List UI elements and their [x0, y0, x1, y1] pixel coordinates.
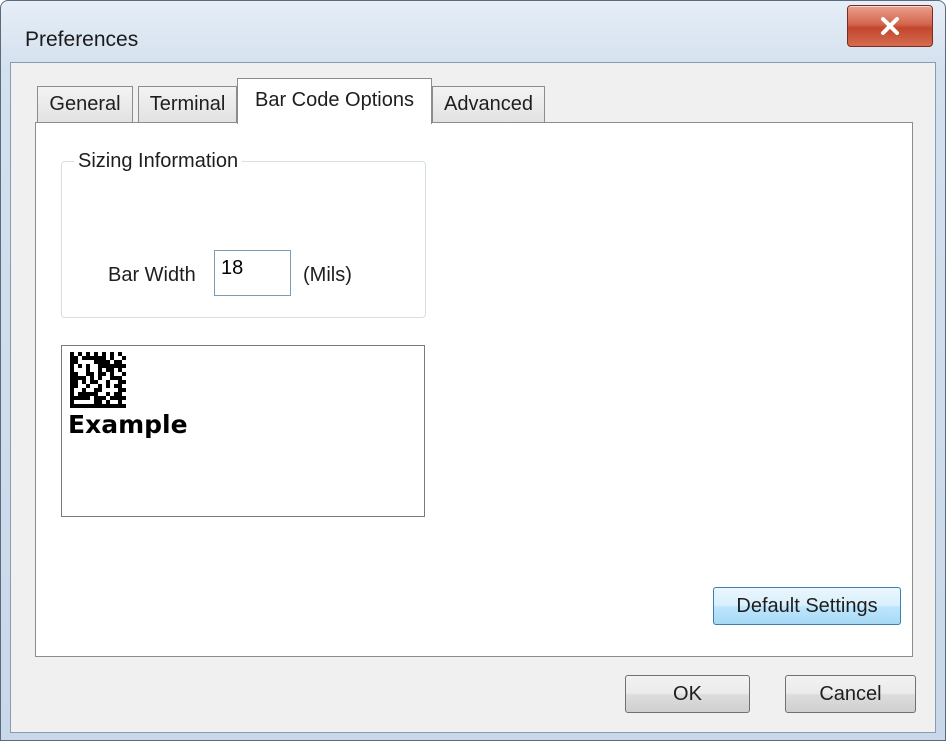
ok-label: OK [673, 682, 702, 705]
tab-label: General [49, 93, 121, 115]
sizing-group-legend: Sizing Information [74, 150, 243, 173]
default-settings-button[interactable]: Default Settings [713, 587, 901, 625]
window-title: Preferences [25, 28, 139, 51]
tab-general[interactable]: General [37, 86, 133, 122]
cancel-button[interactable]: Cancel [785, 675, 916, 713]
default-settings-label: Default Settings [736, 594, 878, 617]
preview-example-text: Example [68, 410, 188, 439]
tab-label: Bar Code Options [255, 89, 414, 111]
bar-width-unit: (Mils) [303, 264, 352, 286]
tab-advanced[interactable]: Advanced [432, 86, 545, 122]
tab-terminal[interactable]: Terminal [138, 86, 237, 122]
datamatrix-barcode-image [70, 352, 126, 408]
bar-width-label: Bar Width [108, 264, 196, 286]
bar-width-input[interactable]: 18 [214, 250, 291, 296]
close-icon [880, 17, 900, 35]
cancel-label: Cancel [819, 682, 882, 705]
tab-bar-code-options[interactable]: Bar Code Options [237, 78, 432, 124]
tab-label: Advanced [444, 93, 533, 115]
close-button[interactable] [847, 5, 933, 47]
ok-button[interactable]: OK [625, 675, 750, 713]
tab-label: Terminal [149, 93, 226, 115]
